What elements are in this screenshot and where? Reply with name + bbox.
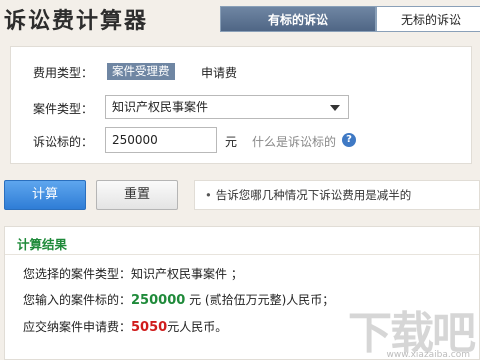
result-line2-prefix: 您输入的案件标的： xyxy=(23,293,132,307)
result-line3-prefix: 应交纳案件申请费： xyxy=(23,320,132,334)
help-link[interactable]: 什么是诉讼标的 xyxy=(252,133,336,150)
result-line-case-type: 您选择的案件类型：知识产权民事案件 ； xyxy=(23,265,243,282)
result-case-type-value: 知识产权民事案件 xyxy=(131,267,228,281)
result-line1-suffix: ； xyxy=(227,267,243,281)
result-line3-suffix: 元人民币。 xyxy=(167,320,228,334)
amount-label: 诉讼标的： xyxy=(33,135,94,149)
tip-text: 告诉您哪几种情况下诉讼费用是减半的 xyxy=(215,188,412,202)
chevron-down-icon xyxy=(330,105,340,111)
amount-input[interactable] xyxy=(105,127,217,153)
result-title: 计算结果 xyxy=(17,237,68,252)
amount-unit: 元 xyxy=(225,135,238,149)
fee-type-label: 费用类型： xyxy=(33,66,94,80)
result-amount-value: 250000 xyxy=(131,293,186,308)
tip-box[interactable]: • 告诉您哪几种情况下诉讼费用是减半的 xyxy=(194,180,480,210)
result-line-amount: 您输入的案件标的：250000 元 (贰拾伍万元整)人民币； xyxy=(23,291,334,308)
result-header: 计算结果 xyxy=(5,227,479,255)
calculate-button[interactable]: 计算 xyxy=(4,180,86,210)
tab-without-subject[interactable]: 无标的诉讼 xyxy=(376,6,480,32)
header: 诉讼费计算器 有标的诉讼 无标的诉讼 xyxy=(0,0,480,38)
result-fee-value: 5050 xyxy=(131,320,168,335)
result-line2-suffix: 元 (贰拾伍万元整)人民币； xyxy=(185,293,335,307)
case-type-label: 案件类型： xyxy=(33,102,94,116)
question-circle-icon[interactable]: ? xyxy=(342,133,356,147)
fee-type-option[interactable]: 申请费 xyxy=(201,64,237,81)
case-type-select[interactable]: 知识产权民事案件 xyxy=(105,95,349,119)
result-line-fee: 应交纳案件申请费：5050元人民币。 xyxy=(23,318,227,335)
watermark-url: www.xiazaiba.com xyxy=(386,350,470,360)
result-line1-prefix: 您选择的案件类型： xyxy=(23,267,132,281)
fee-type-option-selected[interactable]: 案件受理费 xyxy=(107,63,175,80)
tab-with-subject[interactable]: 有标的诉讼 xyxy=(220,6,376,32)
app-title: 诉讼费计算器 xyxy=(4,9,149,34)
bullet-icon: • xyxy=(205,188,212,202)
reset-button[interactable]: 重置 xyxy=(96,180,178,210)
form-card: 费用类型： 案件受理费 申请费 案件类型： 知识产权民事案件 诉讼标的： 元 什… xyxy=(10,46,472,164)
case-type-value: 知识产权民事案件 xyxy=(112,100,209,114)
